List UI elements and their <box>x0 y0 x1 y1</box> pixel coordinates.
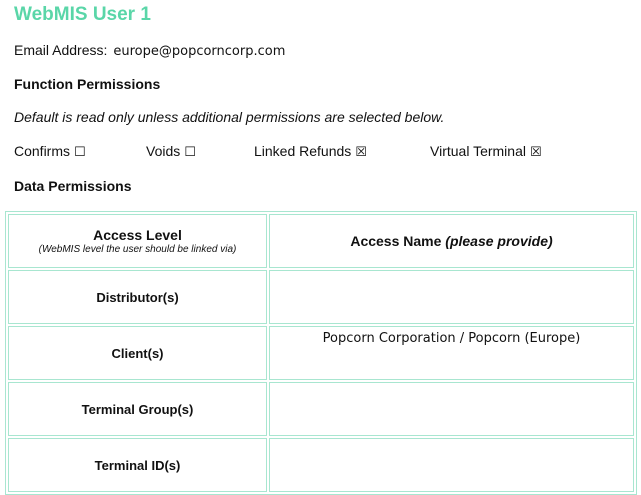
access-level-header-note: (WebMIS level the user should be linked … <box>38 244 237 255</box>
table-row: Client(s) Popcorn Corporation / Popcorn … <box>8 326 634 380</box>
access-level-cell: Terminal ID(s) <box>8 438 267 492</box>
access-name-value: Popcorn Corporation / Popcorn (Europe) <box>322 331 581 346</box>
access-name-cell[interactable] <box>269 270 634 324</box>
access-name-cell[interactable] <box>269 438 634 492</box>
permission-label: Virtual Terminal <box>430 143 526 159</box>
data-permissions-heading: Data Permissions <box>14 178 132 194</box>
access-level-header-label: Access Level <box>93 227 182 243</box>
email-value: europe@popcorncorp.com <box>113 44 286 59</box>
page-title: WebMIS User 1 <box>14 4 151 25</box>
access-name-header: Access Name (please provide) <box>269 214 634 268</box>
data-permissions-table: Access Level (WebMIS level the user shou… <box>5 211 637 495</box>
access-level-cell: Terminal Group(s) <box>8 382 267 436</box>
table-row: Terminal Group(s) <box>8 382 634 436</box>
access-level-cell: Client(s) <box>8 326 267 380</box>
access-name-value <box>270 383 633 387</box>
checked-box-icon[interactable]: ☒ <box>530 145 542 160</box>
permission-label: Linked Refunds <box>254 143 352 159</box>
access-level-cell: Distributor(s) <box>8 270 267 324</box>
unchecked-box-icon[interactable]: ☐ <box>184 145 196 160</box>
email-row: Email Address: europe@popcorncorp.com <box>14 42 285 59</box>
checked-box-icon[interactable]: ☒ <box>355 145 367 160</box>
access-name-value <box>270 439 633 443</box>
permissions-note: Default is read only unless additional p… <box>14 109 445 125</box>
access-name-cell[interactable] <box>269 382 634 436</box>
function-permissions-heading: Function Permissions <box>14 76 161 92</box>
table-header-row: Access Level (WebMIS level the user shou… <box>8 214 634 268</box>
access-name-header-italic: (please provide) <box>445 233 553 249</box>
access-name-header-main: Access Name <box>350 233 442 249</box>
permission-voids[interactable]: Voids ☐ <box>146 143 196 160</box>
access-name-cell[interactable]: Popcorn Corporation / Popcorn (Europe) <box>269 326 634 380</box>
permission-confirms[interactable]: Confirms ☐ <box>14 143 86 160</box>
permission-label: Confirms <box>14 143 71 159</box>
table-row: Terminal ID(s) <box>8 438 634 492</box>
access-name-value <box>270 271 633 275</box>
table-row: Distributor(s) <box>8 270 634 324</box>
access-name-header-label: Access Name (please provide) <box>270 233 633 249</box>
email-label: Email Address: <box>14 42 108 58</box>
unchecked-box-icon[interactable]: ☐ <box>74 145 86 160</box>
access-level-header: Access Level (WebMIS level the user shou… <box>8 214 267 268</box>
permission-linked-refunds[interactable]: Linked Refunds ☒ <box>254 143 367 160</box>
permission-label: Voids <box>146 143 181 159</box>
permission-virtual-terminal[interactable]: Virtual Terminal ☒ <box>430 143 542 160</box>
